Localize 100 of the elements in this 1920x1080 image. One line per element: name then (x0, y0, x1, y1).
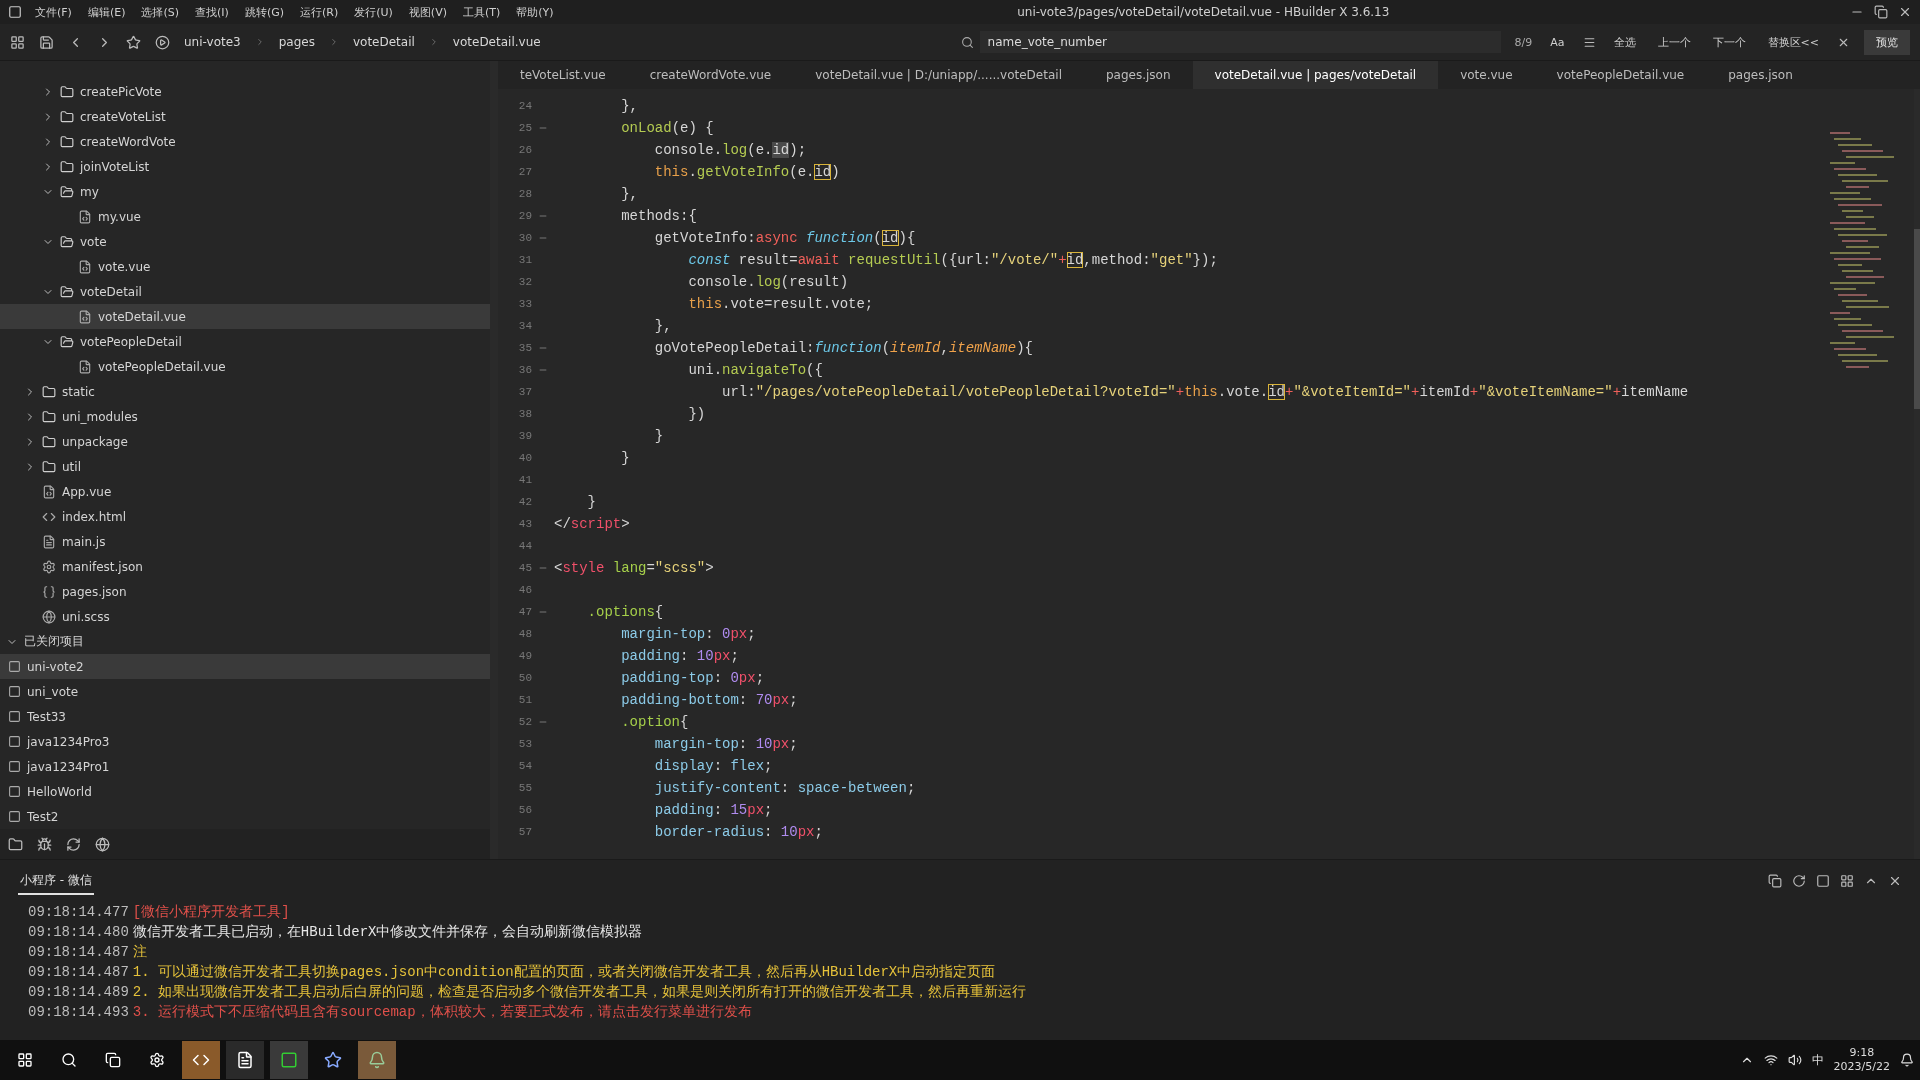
editor-tab[interactable]: vote.vue (1438, 61, 1535, 89)
tree-item[interactable]: static (0, 379, 490, 404)
tree-item[interactable]: index.html (0, 504, 490, 529)
folder-icon (42, 459, 56, 474)
menu-item[interactable]: 选择(S) (138, 4, 183, 20)
project-item[interactable]: uni_vote (0, 679, 490, 704)
menu-item[interactable]: 文件(F) (32, 4, 75, 20)
tree-item[interactable]: voteDetail.vue (0, 304, 490, 329)
menu-item[interactable]: 视图(V) (405, 4, 450, 20)
notification-icon[interactable] (1900, 1053, 1914, 1067)
code-line: justify-content: space-between; (653, 780, 916, 796)
tree-item[interactable]: vote (0, 229, 490, 254)
tree-item[interactable]: createVoteList (0, 104, 490, 129)
console-tab[interactable]: 小程序 - 微信 (18, 867, 94, 895)
breadcrumb-item[interactable]: uni-vote3 (184, 35, 241, 49)
project-item[interactable]: uni-vote2 (0, 654, 490, 679)
breadcrumb-item[interactable]: voteDetail.vue (452, 35, 541, 49)
line-number: 26 (517, 144, 532, 156)
editor-tab[interactable]: pages.json (1083, 61, 1193, 89)
tree-item[interactable]: vote.vue (0, 254, 490, 279)
folder-icon[interactable] (8, 836, 23, 852)
stop-icon[interactable] (1816, 874, 1830, 888)
run-icon[interactable] (155, 34, 170, 50)
search-icon[interactable] (61, 1052, 77, 1068)
tree-item[interactable]: unpackage (0, 429, 490, 454)
tree-item[interactable]: App.vue (0, 479, 490, 504)
copy-icon[interactable] (1768, 874, 1782, 888)
closed-projects-header[interactable]: 已关闭项目 (0, 629, 490, 654)
editor-tab[interactable]: voteDetail.vue | pages/voteDetail (1192, 61, 1439, 89)
menu-item[interactable]: 编辑(E) (84, 4, 129, 20)
close-icon[interactable] (1898, 5, 1912, 19)
tree-item[interactable]: main.js (0, 529, 490, 554)
windows-icon[interactable] (17, 1052, 33, 1068)
clock[interactable]: 9:18 2023/5/22 (1833, 1046, 1890, 1074)
search-field[interactable]: name_vote_number (979, 31, 1501, 53)
volume-icon[interactable] (1787, 1053, 1802, 1067)
refresh-icon[interactable] (66, 836, 81, 852)
search-action[interactable]: 下一个 (1708, 32, 1750, 52)
project-item[interactable]: Test33 (0, 704, 490, 729)
case-toggle[interactable]: Aa (1546, 33, 1569, 51)
tree-item[interactable]: my.vue (0, 204, 490, 229)
tree-item[interactable]: votePeopleDetail.vue (0, 354, 490, 379)
tree-item[interactable]: util (0, 454, 490, 479)
scrollbar-thumb[interactable] (1914, 229, 1920, 409)
menu-icon[interactable] (1582, 35, 1596, 49)
app-icon[interactable] (236, 1051, 254, 1069)
tree-item[interactable]: createPicVote (0, 79, 490, 104)
tree-item[interactable]: joinVoteList (0, 154, 490, 179)
restart-icon[interactable] (1792, 874, 1806, 888)
star-icon[interactable] (126, 34, 141, 50)
menu-item[interactable]: 跳转(G) (241, 4, 287, 20)
line-number: 31 (517, 254, 532, 266)
brackets-icon (42, 584, 56, 599)
log-time: 09:18:14.489 (28, 984, 129, 1000)
tree-item[interactable]: votePeopleDetail (0, 329, 490, 354)
editor-tab[interactable]: pages.json (1706, 61, 1815, 89)
menu-item[interactable]: 工具(T) (459, 4, 504, 20)
menu-item[interactable]: 查找(I) (192, 4, 232, 20)
task-view-icon[interactable] (105, 1052, 121, 1068)
menu-item[interactable]: 帮助(Y) (513, 4, 557, 20)
project-icon (8, 785, 21, 798)
tree-item[interactable]: pages.json (0, 579, 490, 604)
ime-indicator[interactable]: 中 (1811, 1051, 1824, 1069)
network-icon[interactable] (1763, 1053, 1778, 1067)
project-item[interactable]: Test2 (0, 804, 490, 829)
app-icon[interactable] (324, 1051, 342, 1069)
restore-icon[interactable] (1874, 5, 1888, 19)
tree-item[interactable]: manifest.json (0, 554, 490, 579)
project-item[interactable]: java1234Pro1 (0, 754, 490, 779)
editor-tab[interactable]: votePeopleDetail.vue (1534, 61, 1707, 89)
search-action[interactable]: 全选 (1609, 32, 1640, 52)
line-number: 53 (517, 738, 532, 750)
breadcrumb-item[interactable]: voteDetail (352, 35, 415, 49)
breadcrumb-item[interactable]: pages (278, 35, 315, 49)
line-number: 24 (517, 100, 532, 112)
search-action[interactable]: 替换区<< (1763, 32, 1823, 52)
bug-icon[interactable] (37, 836, 52, 852)
log-time: 09:18:14.480 (28, 924, 129, 940)
editor-tab[interactable]: voteDetail.vue | D:/uniapp/......voteDetail (793, 61, 1084, 89)
editor-tab[interactable]: teVoteList.vue (498, 61, 628, 89)
app-tile[interactable] (182, 1041, 220, 1079)
tree-item[interactable]: my (0, 179, 490, 204)
close-icon[interactable] (1888, 874, 1902, 888)
tree-item[interactable]: createWordVote (0, 129, 490, 154)
search-icon (960, 35, 974, 49)
project-item[interactable]: HelloWorld (0, 779, 490, 804)
file-icon (42, 484, 56, 499)
tree-item[interactable]: voteDetail (0, 279, 490, 304)
globe-icon[interactable] (95, 836, 110, 852)
save-icon[interactable] (39, 34, 54, 50)
project-item[interactable]: java1234Pro3 (0, 729, 490, 754)
tree-item[interactable]: uni_modules (0, 404, 490, 429)
preview-button[interactable]: 预览 (1864, 29, 1910, 55)
menu-item[interactable]: 发行(U) (351, 4, 396, 20)
search-action[interactable]: 上一个 (1653, 32, 1695, 52)
editor-tab[interactable]: createWordVote.vue (627, 61, 794, 89)
panel-icon[interactable] (10, 34, 25, 50)
tree-item[interactable]: uni.scss (0, 604, 490, 629)
menu-item[interactable]: 运行(R) (297, 4, 342, 20)
panel-icon[interactable] (1840, 874, 1854, 888)
